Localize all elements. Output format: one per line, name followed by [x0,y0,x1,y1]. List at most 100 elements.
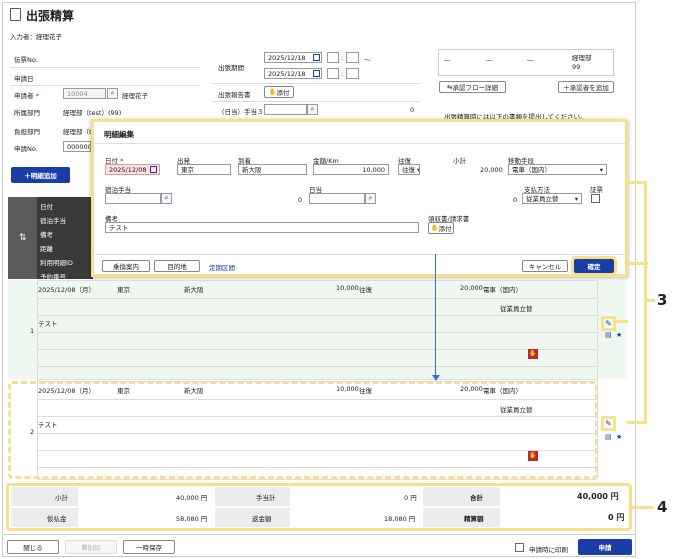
apply-button[interactable]: 申請 [578,539,632,555]
subtotal-total-value: 40,000 円 [176,494,208,502]
transfer-guide-button[interactable]: 乗換案内 [102,260,150,272]
trip-period-label: 出張期間 [218,64,244,72]
approver-col: ― [486,56,493,64]
dept-label: 所属部門 [14,109,40,117]
star-icon[interactable]: ★ [616,433,622,441]
callout-connector [615,320,628,323]
hand-icon[interactable]: ✋ [528,451,538,461]
transport-select[interactable]: 電車（国内） ▾ [508,164,607,175]
grand-total-value: 40,000 円 [577,492,619,501]
row-grid-line [37,332,597,333]
time-from-min[interactable] [346,52,359,63]
lodging-input[interactable] [105,193,161,204]
time-from-hour[interactable] [327,52,339,63]
amount-input[interactable]: 10,000 [313,164,389,175]
edit-icon[interactable]: ✎ [601,416,616,431]
refund-label: 返金額 [252,515,272,523]
invoice-attach-button[interactable]: ✋ 添付 [428,222,454,234]
copy-icon[interactable]: ▤ [605,331,612,339]
time-to-min[interactable] [346,68,359,79]
input-user: 入力者：経理花子 [10,33,62,41]
page-title: 出張精算 [26,9,75,23]
row-grid-line [37,280,38,479]
roundtrip-select[interactable]: 往復 ▾ [398,164,420,175]
daily-input[interactable] [309,193,365,204]
row-pay: 従業員立替 [500,305,533,313]
settle-label: 精算額 [464,515,484,523]
row-amount: 10,000 [336,385,359,393]
row-grid-line [37,467,597,468]
advance-label: 仮払金 [47,515,67,523]
calendar-icon[interactable] [313,54,320,61]
callout-connector [632,506,654,509]
subtotal-total-label: 小計 [55,494,68,502]
calendar-icon[interactable] [150,166,157,173]
pay-select[interactable]: 従業員立替 ▾ [522,193,582,204]
allowance-input[interactable] [264,104,307,115]
to-input[interactable]: 新大阪 [238,164,307,175]
total-label-cell [423,487,500,506]
callout-connector [647,299,655,302]
approval-flow-button[interactable]: ⇆ 承認フロー詳細 [439,81,506,93]
add-approver-button[interactable]: ＋ 承認者を追加 [558,81,614,93]
report-label: 出張報告書 [218,91,251,99]
apply-date-label: 申請日 [14,75,34,83]
from-input[interactable]: 東京 [177,164,231,175]
applicant-name: 経理花子 [122,92,148,100]
divider [10,67,200,68]
cancel-button[interactable]: キャンセル [522,260,568,272]
row-to: 新大阪 [184,286,204,294]
temp-save-button[interactable]: 一時保存 [123,540,175,554]
row-grid-line [37,315,597,316]
copy-icon[interactable]: ▤ [605,433,612,441]
print-checkbox[interactable] [515,543,524,552]
header-label: 宿泊手当 [40,217,66,225]
row-grid-line [37,450,597,451]
close-button[interactable]: 閉じる [7,540,59,554]
row-grid-line [37,298,597,299]
row-date: 2025/12/08（月） [38,286,95,294]
search-icon[interactable]: ⌕ [107,88,118,99]
row-subtotal: 20,000 [460,385,483,393]
allowance-total-label: 手当計 [256,494,276,502]
arrow-head [432,375,440,381]
calendar-icon[interactable] [313,70,320,77]
star-icon[interactable]: ★ [616,331,622,339]
row-trip: 往復 [359,387,372,395]
search-icon[interactable]: ⌕ [161,193,172,204]
row-to: 新大阪 [184,387,204,395]
apply-no-input[interactable]: 000000 [63,141,91,152]
total-label-cell [11,508,78,527]
total-label-cell [423,508,500,527]
search-icon[interactable]: ⌕ [365,193,376,204]
receipt-checkbox[interactable] [591,194,600,203]
sort-icon[interactable]: ⇅ [19,233,27,243]
dept-value: 経理部（test）(99) [63,109,122,117]
print-label: 申請時に印刷 [529,546,568,554]
applicant-code-input[interactable]: 10004 [63,88,106,99]
callout-number-4: 4 [657,498,668,516]
memo-input[interactable]: テスト [105,222,419,233]
report-attach-button[interactable]: ✋ 添付 [264,86,294,98]
divider [3,534,635,535]
row-subtotal: 20,000 [460,284,483,292]
colon: : [341,54,344,62]
hand-icon[interactable]: ✋ [528,349,538,359]
approver-col: ― [527,56,534,64]
confirm-button[interactable]: 確定 [571,256,617,276]
time-to-hour[interactable] [327,68,339,79]
edit-icon[interactable]: ✎ [601,316,616,331]
search-icon[interactable]: ⌕ [307,104,318,115]
applicant-label: 申請者 * [14,92,39,100]
row-grid-line [597,280,598,479]
colon: : [341,70,344,78]
row-2-highlight [8,381,598,479]
row-trip: 往復 [359,286,372,294]
commuter-link[interactable]: 定期区間 [209,262,235,272]
cost-dept-value: 経理部（t [63,128,92,136]
destination-button[interactable]: 目的地 [154,260,200,272]
cost-dept-label: 負担部門 [14,128,40,136]
divider [212,101,420,102]
add-line-button[interactable]: ＋ 明細追加 [11,167,70,183]
divider [212,83,420,84]
